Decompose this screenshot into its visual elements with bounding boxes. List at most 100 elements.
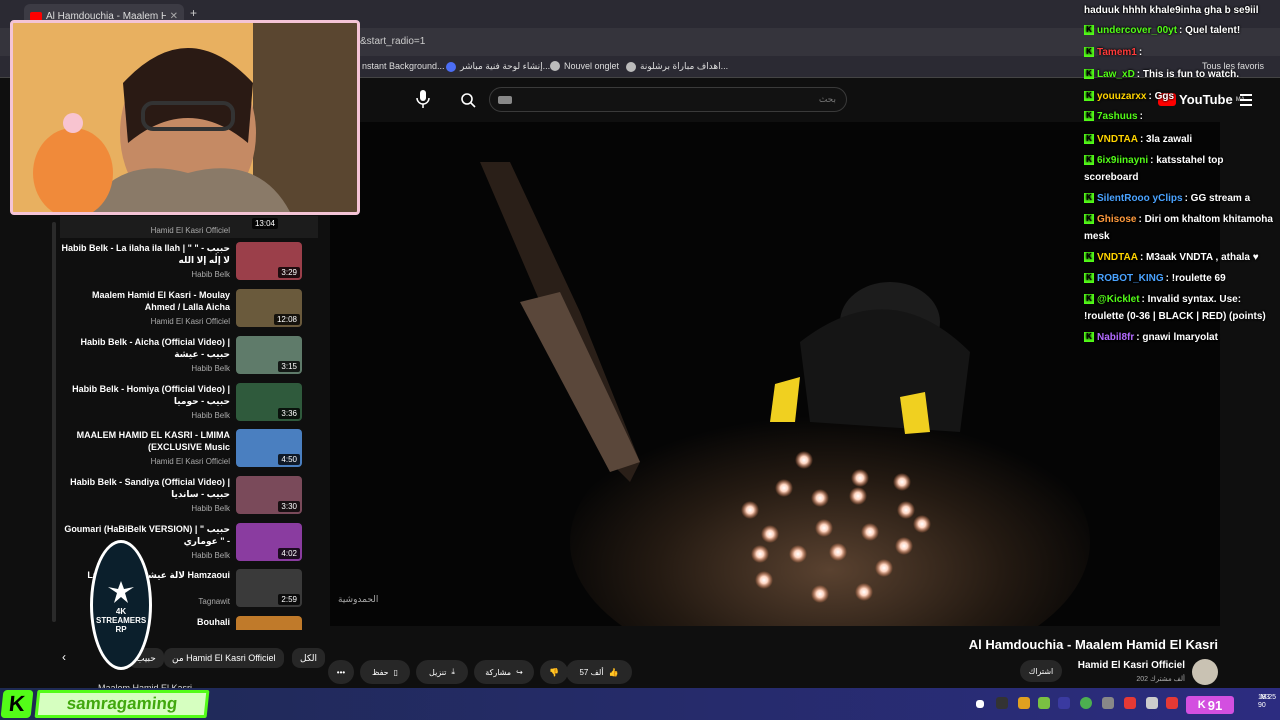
- tray-app-icon[interactable]: [1018, 697, 1030, 709]
- subscribe-button[interactable]: اشتراك: [1020, 660, 1062, 682]
- video-watermark: الحمدوشية: [338, 594, 379, 604]
- kick-icon: K: [1084, 91, 1094, 102]
- chat-message: K VNDTAA: 3la zawali: [1084, 131, 1280, 148]
- tray-app-icon[interactable]: [1038, 697, 1050, 709]
- kick-icon: K: [1084, 25, 1094, 36]
- keyboard-icon[interactable]: [498, 96, 512, 104]
- list-item[interactable]: 3:30 Habib Belk - Sandiya (Official Vide…: [60, 476, 318, 520]
- kick-icon: K: [1084, 47, 1094, 58]
- tray-app-icon[interactable]: [1058, 697, 1070, 709]
- kick-icon: K: [1197, 699, 1206, 711]
- more-icon: •••: [336, 667, 346, 677]
- chrome-icon[interactable]: [1080, 697, 1092, 709]
- thumbs-up-icon: 👍: [608, 667, 619, 677]
- bookmark-item[interactable]: nstant Background...: [362, 61, 445, 71]
- video-thumbnail: [236, 616, 302, 630]
- clock-extra: M 25: [1260, 694, 1276, 701]
- chat-message: K VNDTAA: M3aak VNDTA , athala ♥: [1084, 249, 1280, 266]
- chat-message: K ROBOT_KING: !roulette 69: [1084, 270, 1280, 287]
- kick-icon: K: [1084, 252, 1094, 263]
- tray-app-icon[interactable]: [996, 697, 1008, 709]
- bookmark-item[interactable]: Nouvel onglet: [550, 61, 619, 71]
- chip-channel[interactable]: من Hamid El Kasri Officiel: [164, 648, 284, 668]
- tray-app-icon[interactable]: [1124, 697, 1136, 709]
- chip-all[interactable]: الكل: [292, 648, 326, 668]
- like-count: 57 ألف: [579, 667, 604, 677]
- tray-app-icon[interactable]: [1166, 697, 1178, 709]
- webcam-feed: [13, 23, 357, 212]
- new-tab-icon[interactable]: +: [190, 6, 197, 20]
- kick-icon: K: [1084, 134, 1094, 145]
- kick-logo-icon: K: [0, 690, 34, 718]
- download-icon: ⤓: [451, 667, 455, 676]
- bookmark-icon: [446, 61, 456, 72]
- kick-icon: K: [1084, 332, 1094, 343]
- share-label: مشاركة: [485, 667, 512, 677]
- list-item[interactable]: 3:36 Habib Belk - Homiya (Official Video…: [60, 383, 318, 427]
- chat-message: K 7ashuus:: [1084, 108, 1280, 125]
- globe-icon: [550, 61, 560, 71]
- save-button[interactable]: حفظ ▯: [360, 660, 410, 684]
- chat-message: K @Kicklet: Invalid syntax. Use: !roulett…: [1084, 294, 1266, 322]
- chat-message: K Law_xD: This is fun to watch.: [1084, 66, 1280, 83]
- list-item[interactable]: 3:15 Habib Belk - Aicha (Official Video)…: [60, 336, 318, 380]
- globe-icon: [626, 61, 636, 72]
- kick-icon: K: [1084, 273, 1094, 284]
- video-thumbnail: 3:36: [236, 383, 302, 421]
- kick-icon: K: [1084, 111, 1094, 122]
- viewer-count: K 91: [1186, 696, 1234, 714]
- search-icon: [461, 93, 476, 108]
- more-actions-button[interactable]: •••: [328, 660, 354, 684]
- dislike-button[interactable]: 👎: [540, 660, 568, 684]
- url-text: &start_radio=1: [360, 36, 426, 47]
- bookmark-item[interactable]: اهداف مباراة برشلونة...: [626, 61, 728, 72]
- chat-message: K SilentRooo yClips: GG stream a: [1084, 190, 1280, 207]
- kick-icon: K: [1084, 193, 1094, 204]
- chat-message: K 6ix9iinayni: katsstahel top scoreboard: [1084, 155, 1224, 183]
- chat-message: K Nabil8fr: gnawi lmaryolat: [1084, 329, 1280, 346]
- video-thumbnail: 3:30: [236, 476, 302, 514]
- subscriber-count: 202 ألف مشترك: [1136, 676, 1185, 683]
- eagle-icon: [108, 580, 134, 603]
- kick-icon: K: [1084, 69, 1094, 80]
- list-item[interactable]: 12:08 Maalem Hamid El Kasri - Moulay Ahm…: [60, 289, 318, 333]
- streamers-badge: 4K STREAMERS RP: [90, 540, 152, 670]
- video-thumbnail: 3:29: [236, 242, 302, 280]
- like-button[interactable]: 57 ألف 👍: [566, 660, 632, 684]
- video-thumbnail: 12:08: [236, 289, 302, 327]
- tray-app-icon[interactable]: [1102, 697, 1114, 709]
- kick-icon: K: [1084, 294, 1094, 305]
- bookmark-item[interactable]: إنشاء لوحة فنية مباشر...: [446, 61, 550, 72]
- save-label: حفظ: [372, 667, 389, 677]
- download-button[interactable]: تنزيل ⤓: [416, 660, 468, 684]
- microphone-icon[interactable]: [414, 88, 432, 110]
- chat-message: Kyouuzarxx: Ggs: [1084, 88, 1280, 105]
- list-item[interactable]: 3:29 Habib Belk - La ilaha ila llah | " …: [60, 242, 318, 286]
- mic-tray-icon[interactable]: [1146, 697, 1158, 709]
- kick-icon: K: [1084, 214, 1094, 225]
- chat-message: haduuk hhhh khale9inha gha b se9iil: [1084, 5, 1259, 16]
- search-button[interactable]: [455, 87, 481, 113]
- download-label: تنزيل: [429, 667, 447, 677]
- share-icon: ↪: [516, 667, 523, 677]
- search-placeholder: بحث: [818, 94, 836, 104]
- thumbs-down-icon: 👎: [549, 667, 559, 677]
- video-thumbnail: 3:15: [236, 336, 302, 374]
- webcam-overlay: [10, 20, 360, 215]
- list-item[interactable]: 4:50 MAALEM HAMID EL KASRI - LMIMA (EXCL…: [60, 429, 318, 473]
- streamer-name: samragaming: [34, 690, 210, 718]
- video-thumbnail: 4:50: [236, 429, 302, 467]
- chat-message: Kundercover_00yt: Quel talent!: [1084, 22, 1280, 39]
- bookmark-icon: ▯: [393, 667, 398, 677]
- video-thumbnail: 2:59: [236, 569, 302, 607]
- video-thumbnail: 4:02: [236, 523, 302, 561]
- channel-avatar[interactable]: [1192, 659, 1218, 685]
- list-item[interactable]: Hamid El Kasri Officiel 13:04: [60, 216, 318, 238]
- channel-name[interactable]: Hamid El Kasri Officiel: [1078, 660, 1185, 671]
- tray-chevron-icon[interactable]: [976, 700, 984, 708]
- share-button[interactable]: مشاركة ↪: [474, 660, 534, 684]
- search-input[interactable]: بحث: [489, 87, 847, 112]
- chevron-left-icon[interactable]: ‹: [62, 650, 66, 664]
- sidebar-scrollbar[interactable]: [52, 222, 56, 622]
- chat-message: K Tamem1:: [1084, 44, 1280, 61]
